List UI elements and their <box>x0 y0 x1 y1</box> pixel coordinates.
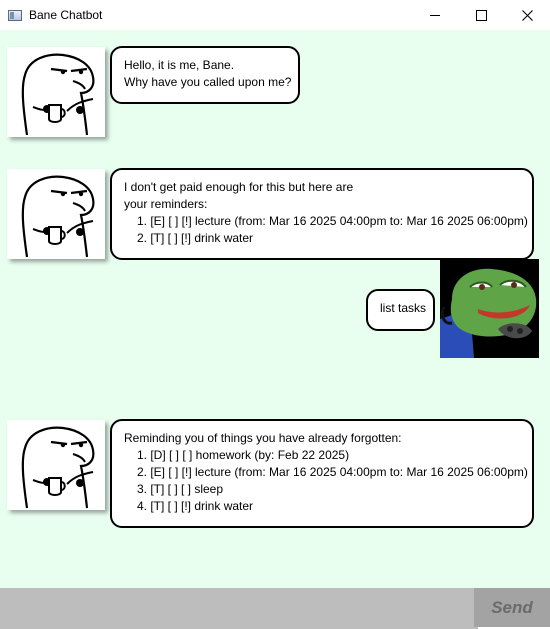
bane-avatar-icon <box>21 426 95 509</box>
message-line: Why have you called upon me? <box>124 75 292 89</box>
chat-scroll-area[interactable]: Hello, it is me, Bane. Why have you call… <box>0 30 550 588</box>
bot-message-bubble: Hello, it is me, Bane. Why have you call… <box>110 46 300 104</box>
title-bar: Bane Chatbot <box>0 0 550 30</box>
close-button[interactable] <box>504 0 550 30</box>
message-line: I don't get paid enough for this but her… <box>124 180 354 194</box>
minimize-icon <box>430 14 440 16</box>
window-title: Bane Chatbot <box>29 8 103 22</box>
message-line: list tasks <box>380 301 427 315</box>
message-line: your reminders: <box>124 197 208 211</box>
message-line: 1. [D] [ ] [ ] homework (by: Feb 22 2025… <box>137 448 350 462</box>
message-line: 2. [T] [ ] [!] drink water <box>137 231 254 245</box>
bane-avatar-icon <box>21 175 95 258</box>
minimize-button[interactable] <box>412 0 458 30</box>
bane-avatar-icon <box>21 53 95 136</box>
message-line: Hello, it is me, Bane. <box>124 58 235 72</box>
maximize-icon <box>475 9 487 21</box>
bot-avatar <box>7 169 105 259</box>
bot-avatar <box>7 47 105 137</box>
message-line: 4. [T] [ ] [!] drink water <box>137 499 254 513</box>
send-button[interactable]: Send <box>474 588 550 627</box>
message-input[interactable] <box>0 588 478 629</box>
user-avatar <box>440 259 539 358</box>
close-icon <box>521 9 533 21</box>
message-line: 1. [E] [ ] [!] lecture (from: Mar 16 202… <box>137 214 528 228</box>
user-avatar-icon <box>440 259 539 358</box>
bot-avatar <box>7 420 105 510</box>
bot-message-bubble: Reminding you of things you have already… <box>110 419 534 528</box>
bot-message-bubble: I don't get paid enough for this but her… <box>110 168 534 260</box>
user-message-bubble: list tasks <box>366 289 435 331</box>
maximize-button[interactable] <box>458 0 504 30</box>
message-line: Reminding you of things you have already… <box>124 431 402 445</box>
message-line: 3. [T] [ ] [ ] sleep <box>137 482 224 496</box>
app-window-icon <box>8 9 22 21</box>
message-line: 2. [E] [ ] [!] lecture (from: Mar 16 202… <box>137 465 528 479</box>
